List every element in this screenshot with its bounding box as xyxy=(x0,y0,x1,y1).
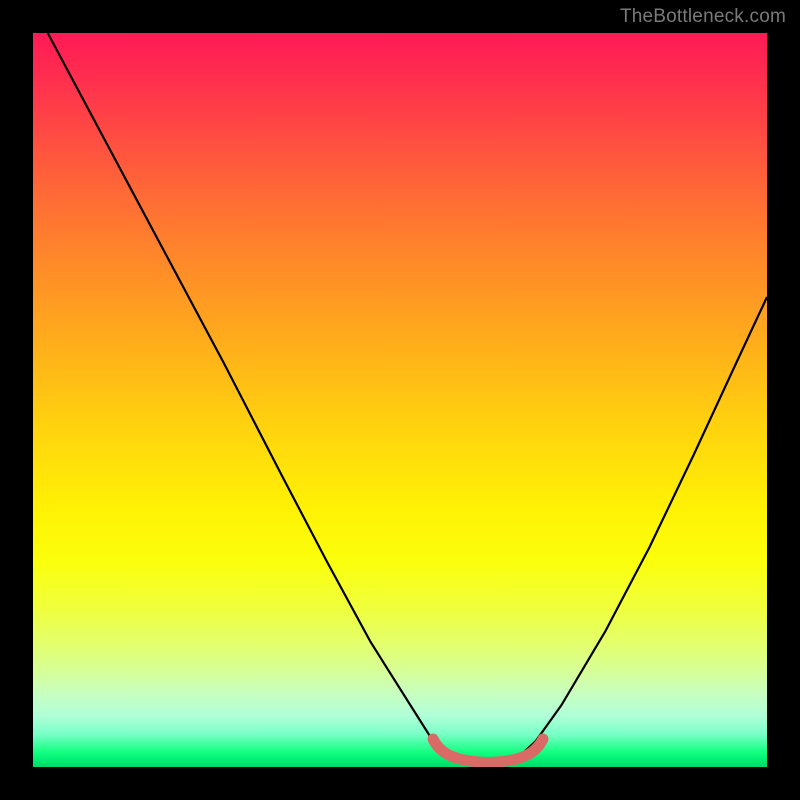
curve-svg xyxy=(33,33,767,767)
plot-area xyxy=(33,33,767,767)
bottom-marker-path xyxy=(433,739,543,763)
watermark-text: TheBottleneck.com xyxy=(620,6,786,28)
chart-container: TheBottleneck.com xyxy=(0,0,800,800)
bottleneck-curve xyxy=(48,33,767,763)
